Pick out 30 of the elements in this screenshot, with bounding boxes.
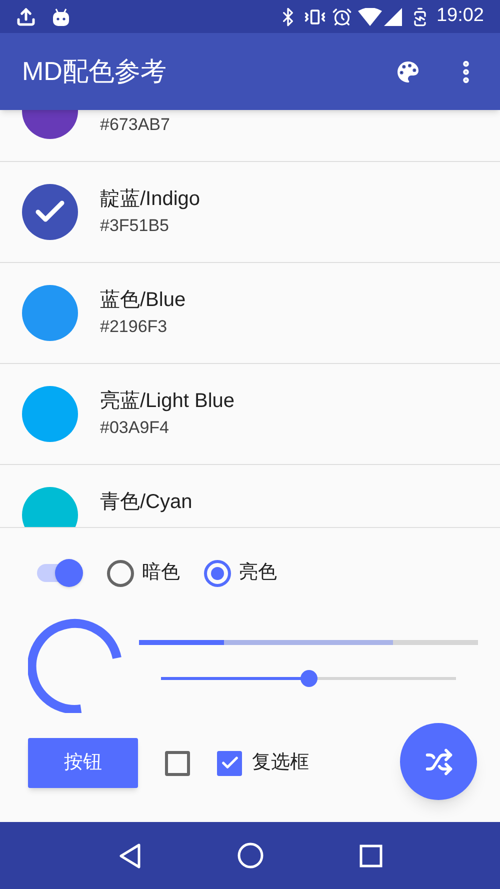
robot-icon bbox=[52, 6, 70, 26]
alarm-icon bbox=[332, 6, 352, 26]
upload-icon bbox=[16, 6, 36, 26]
checkbox-label: 复选框 bbox=[252, 750, 309, 775]
radio-label: 暗色 bbox=[142, 560, 180, 585]
primary-button[interactable]: 按钮 bbox=[28, 738, 138, 788]
slider[interactable] bbox=[161, 669, 456, 687]
color-name: 亮蓝/Light Blue bbox=[100, 389, 235, 414]
color-hex: #2196F3 bbox=[100, 316, 168, 338]
color-hex: #673AB7 bbox=[100, 114, 170, 136]
color-name: 蓝色/Blue bbox=[100, 288, 186, 313]
color-name: 青色/Cyan bbox=[100, 490, 192, 515]
home-icon[interactable] bbox=[236, 842, 264, 869]
shuffle-icon bbox=[424, 748, 452, 776]
color-hex: #3F51B5 bbox=[100, 215, 170, 237]
radio-button[interactable] bbox=[107, 560, 134, 586]
recents-icon[interactable] bbox=[358, 844, 382, 868]
radio-label: 亮色 bbox=[239, 560, 277, 585]
checkbox[interactable] bbox=[165, 750, 190, 776]
color-swatch[interactable] bbox=[22, 487, 78, 527]
back-icon[interactable] bbox=[118, 842, 142, 868]
checkbox[interactable] bbox=[217, 750, 242, 776]
signal-icon bbox=[384, 8, 402, 26]
radio-button[interactable] bbox=[204, 560, 231, 586]
color-name: 靛蓝/Indigo bbox=[100, 187, 200, 212]
clock-time: 19:02 bbox=[436, 4, 484, 28]
color-hex: #03A9F4 bbox=[100, 417, 170, 439]
toggle-switch[interactable] bbox=[37, 559, 83, 587]
wifi-icon bbox=[358, 8, 382, 26]
app-title: MD配色参考 bbox=[22, 55, 166, 88]
